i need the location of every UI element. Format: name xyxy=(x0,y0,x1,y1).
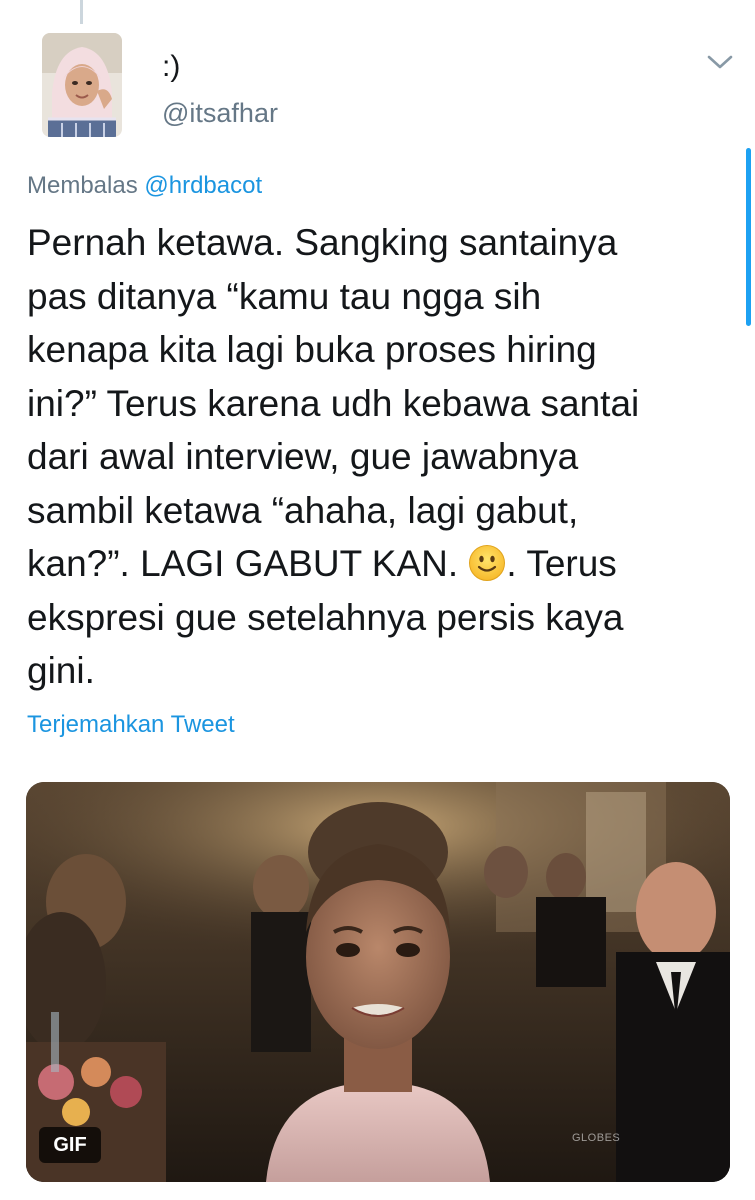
tweet-line-segment: kan?”. LAGI GABUT KAN. xyxy=(27,543,469,584)
user-handle[interactable]: @itsafhar xyxy=(162,98,278,129)
tweet-line: pas ditanya “kamu tau ngga sih xyxy=(27,275,542,317)
gif-badge: GIF xyxy=(39,1127,101,1163)
display-name[interactable]: :) xyxy=(162,50,180,84)
scrollbar-thumb[interactable] xyxy=(746,148,751,326)
reply-context: Membalas @hrdbacot xyxy=(27,172,262,200)
tweet-line: kan?”. LAGI GABUT KAN. . Terus xyxy=(27,537,727,591)
gif-frame-image xyxy=(26,782,730,1182)
tweet-line: Pernah ketawa. Sangking santainya xyxy=(27,222,618,263)
thread-connector-line xyxy=(80,0,83,24)
gif-media[interactable]: GLOBES GIF xyxy=(26,782,730,1182)
tweet-line: dari awal interview, gue jawabnya xyxy=(27,436,579,477)
avatar[interactable] xyxy=(42,33,122,137)
tweet-line: gini. xyxy=(27,650,95,691)
tweet-text: Pernah ketawa. Sangking santainya pas di… xyxy=(27,216,727,698)
tweet-line: kenapa kita lagi buka proses hiring xyxy=(27,329,597,370)
reply-prefix: Membalas xyxy=(27,172,145,199)
tweet-line: ekspresi gue setelahnya persis kaya xyxy=(27,596,624,638)
slightly-smiling-face-icon xyxy=(469,545,506,581)
translate-tweet-link[interactable]: Terjemahkan Tweet xyxy=(27,711,235,739)
tweet-line: sambil ketawa “ahaha, lagi gabut, xyxy=(27,489,579,531)
avatar-photo xyxy=(42,33,122,137)
broadcast-watermark: GLOBES xyxy=(572,1132,621,1144)
tweet-line-segment: . Terus xyxy=(506,543,617,584)
chevron-down-icon[interactable] xyxy=(706,52,734,72)
reply-mention-link[interactable]: @hrdbacot xyxy=(144,172,262,199)
tweet-line: ini?” Terus karena udh kebawa santai xyxy=(27,382,640,424)
